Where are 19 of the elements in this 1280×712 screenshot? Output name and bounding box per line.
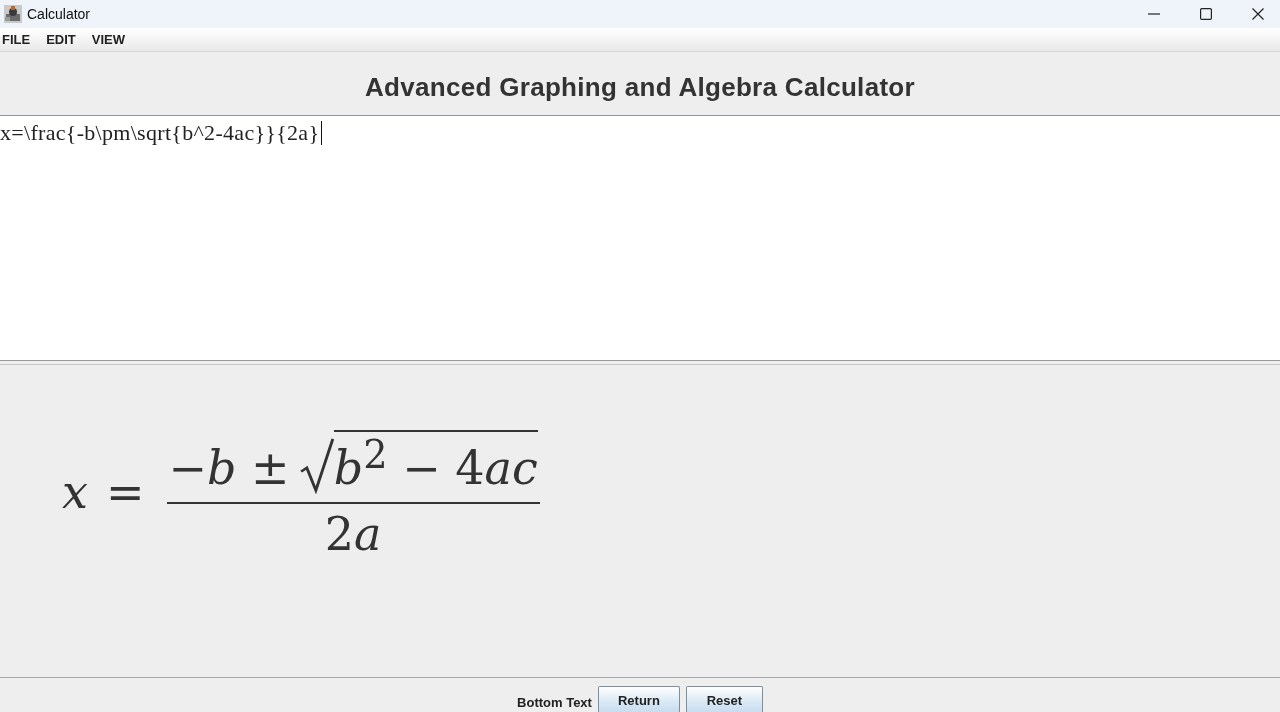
latex-input-field[interactable]: x=\frac{-b\pm\sqrt{b^2-4ac}}{2a} [0,116,1280,360]
menu-item[interactable]: VIEW [91,32,126,47]
app-icon [4,5,22,23]
maximize-icon[interactable] [1200,8,1212,20]
formula-variable: x [62,469,88,515]
menu-item[interactable]: FILE [2,32,31,47]
bottom-label: Bottom Text [517,695,592,710]
menu-item[interactable]: EDIT [46,32,76,47]
action-button[interactable]: Reset [685,686,763,712]
app-heading: Advanced Graphing and Algebra Calculator [365,72,915,103]
formula-numerator: −b ± [168,442,290,494]
formula-denominator: 2a [324,507,382,561]
formula-radicand: b$^{2}$ − 4ac [333,429,538,494]
square-root-icon [299,437,334,494]
action-button[interactable]: Return [597,686,680,712]
close-icon[interactable] [1252,8,1264,20]
window-title: Calculator [27,6,91,22]
latex-input-text: x=\frac{-b\pm\sqrt{b^2-4ac}}{2a} [0,121,320,145]
formula-relation: = [105,469,145,515]
